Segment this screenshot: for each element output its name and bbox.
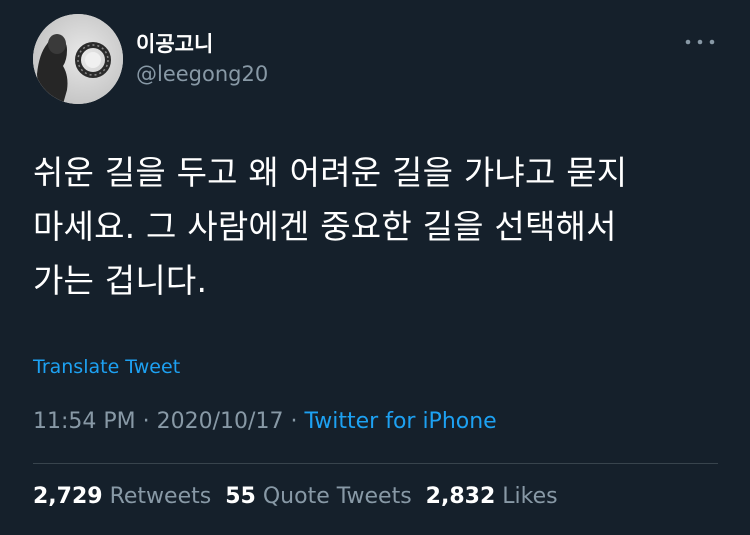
retweets-stat[interactable]: 2,729 Retweets [33, 484, 211, 509]
tweet-card: 이공고니 @leegong20 쉬운 길을 두고 왜 어려운 길을 가냐고 묻지… [0, 0, 750, 535]
tweet-stats: 2,729 Retweets 55 Quote Tweets 2,832 Likes [33, 484, 558, 509]
tweet-meta: 11:54 PM · 2020/10/17 · Twitter for iPho… [33, 409, 497, 434]
tweet-source-link[interactable]: Twitter for iPhone [304, 409, 496, 434]
translate-tweet-link[interactable]: Translate Tweet [33, 356, 180, 378]
display-name[interactable]: 이공고니 [136, 28, 213, 58]
retweets-count: 2,729 [33, 484, 103, 509]
meta-separator: · [290, 409, 298, 434]
quote-tweets-stat[interactable]: 55 Quote Tweets [225, 484, 411, 509]
avatar[interactable] [33, 14, 123, 104]
tweet-text: 쉬운 길을 두고 왜 어려운 길을 가냐고 묻지 마세요. 그 사람에겐 중요한… [33, 153, 628, 300]
likes-stat[interactable]: 2,832 Likes [426, 484, 558, 509]
tweet-date[interactable]: 2020/10/17 [157, 409, 284, 434]
tweet-time[interactable]: 11:54 PM [33, 409, 136, 434]
likes-label: Likes [502, 484, 558, 509]
retweets-label: Retweets [109, 484, 212, 509]
quote-tweets-count: 55 [225, 484, 256, 509]
quote-tweets-label: Quote Tweets [262, 484, 412, 509]
likes-count: 2,832 [425, 484, 496, 509]
avatar-image [33, 14, 123, 104]
more-horizontal-icon[interactable] [682, 32, 718, 52]
user-handle[interactable]: @leegong20 [136, 62, 268, 86]
meta-separator: · [142, 409, 150, 434]
divider [33, 463, 718, 464]
